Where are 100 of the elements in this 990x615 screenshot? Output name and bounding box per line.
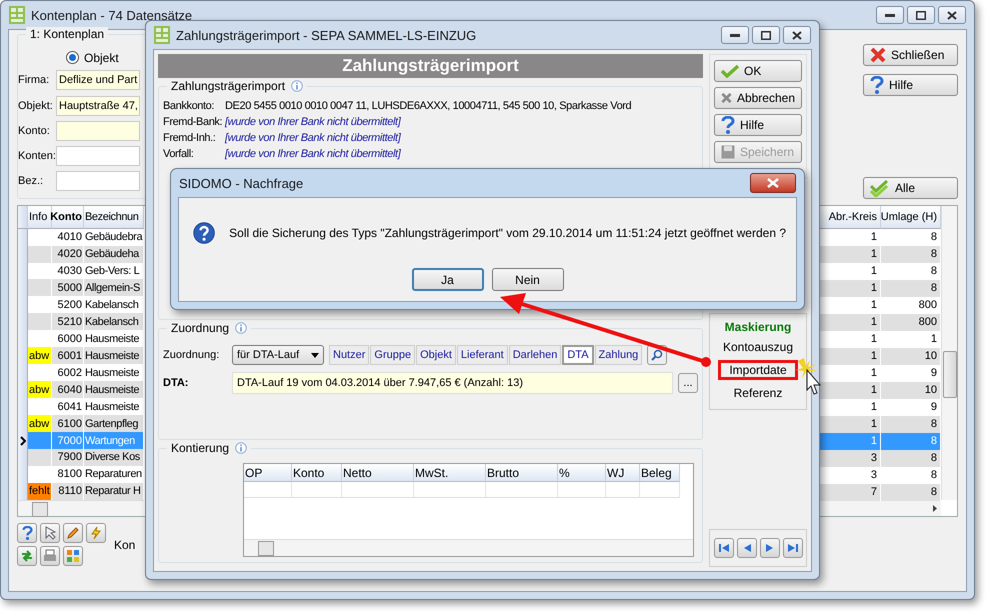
column-header[interactable]: Netto bbox=[342, 464, 414, 482]
layout-button[interactable] bbox=[63, 546, 83, 566]
refresh-button[interactable] bbox=[17, 546, 37, 566]
column-header[interactable]: Bezeichnun bbox=[84, 206, 144, 229]
close-button[interactable] bbox=[783, 26, 811, 44]
action-button[interactable]: Hilfe bbox=[714, 114, 802, 136]
table-cell[interactable] bbox=[558, 482, 606, 498]
next-button[interactable] bbox=[760, 538, 780, 558]
table-cell[interactable] bbox=[640, 482, 680, 498]
minimize-button[interactable] bbox=[876, 6, 904, 24]
column-header[interactable]: Umlage (H) bbox=[881, 206, 941, 229]
previous-button[interactable] bbox=[736, 538, 756, 558]
input-field[interactable] bbox=[56, 170, 140, 191]
column-header[interactable]: WJ bbox=[606, 464, 640, 482]
column-header[interactable]: Konto bbox=[52, 206, 84, 229]
close-button[interactable] bbox=[938, 6, 966, 24]
column-header[interactable]: Konto bbox=[292, 464, 342, 482]
table-cell: 1 bbox=[819, 382, 881, 399]
field-label: Bankkonto: bbox=[163, 100, 216, 112]
pointer-icon bbox=[44, 526, 56, 540]
field-label: Konto: bbox=[18, 124, 51, 137]
tab[interactable]: Darlehen bbox=[508, 345, 562, 365]
field-label: Vorfall: bbox=[163, 148, 194, 160]
table-cell: 7000 bbox=[52, 432, 84, 449]
group-title: Kontierung bbox=[171, 441, 230, 455]
table-cell[interactable] bbox=[292, 482, 342, 498]
table-cell: 5000 bbox=[52, 279, 84, 296]
column-header[interactable]: Abr.-Kreis bbox=[819, 206, 881, 229]
maximize-button[interactable] bbox=[752, 26, 780, 44]
dialog-title: SIDOMO - Nachfrage bbox=[179, 176, 304, 190]
table-cell[interactable] bbox=[244, 482, 292, 498]
table-cell: 10 bbox=[881, 348, 941, 365]
table-cell: 8 bbox=[881, 484, 941, 501]
skip-last-icon bbox=[788, 543, 798, 553]
table-cell: 1 bbox=[819, 416, 881, 433]
tab[interactable]: Zahlung bbox=[594, 345, 642, 365]
print-button[interactable] bbox=[40, 546, 60, 566]
column-header[interactable]: Beleg bbox=[640, 464, 680, 482]
input-field[interactable]: DTA-Lauf 19 vom 04.03.2014 über 7.947,65 € (Anzahl: 13) bbox=[232, 372, 673, 394]
table-cell: Hausmeiste bbox=[84, 381, 144, 398]
table-cell[interactable] bbox=[486, 482, 558, 498]
table-cell: abw bbox=[28, 347, 52, 364]
tab[interactable]: Lieferant bbox=[456, 345, 508, 365]
horizontal-scrollbar[interactable] bbox=[18, 500, 144, 516]
action-button[interactable]: Hilfe bbox=[863, 74, 958, 96]
dialog-button[interactable]: Ja bbox=[412, 268, 484, 291]
close-icon bbox=[947, 10, 957, 20]
column-header[interactable]: % bbox=[558, 464, 606, 482]
link[interactable]: Kontoauszug bbox=[712, 337, 804, 357]
first-record-button[interactable] bbox=[714, 538, 734, 558]
browse-button[interactable]: ... bbox=[678, 373, 698, 393]
tab[interactable]: DTA bbox=[562, 345, 594, 365]
column-header[interactable]: Brutto bbox=[486, 464, 558, 482]
info-icon bbox=[235, 442, 248, 454]
table-cell: Gartenpfleg bbox=[84, 415, 144, 432]
action-button[interactable]: Schließen bbox=[863, 44, 958, 66]
minimize-button[interactable] bbox=[721, 26, 749, 44]
app-logo-icon bbox=[154, 26, 170, 44]
pencil-icon bbox=[66, 526, 80, 540]
table-cell[interactable] bbox=[606, 482, 640, 498]
skip-first-icon bbox=[718, 543, 728, 553]
window-title: Zahlungsträgerimport - SEPA SAMMEL-LS-EINZUG bbox=[176, 28, 476, 42]
tab[interactable]: Gruppe bbox=[370, 345, 416, 365]
table-cell: 800 bbox=[881, 314, 941, 331]
field-value: [wurde von Ihrer Bank nicht übermittelt] bbox=[225, 148, 400, 160]
pointer-button[interactable] bbox=[40, 523, 60, 543]
input-field[interactable] bbox=[56, 120, 140, 141]
dropdown[interactable]: für DTA-Lauf bbox=[232, 345, 324, 365]
dialog-button[interactable]: Nein bbox=[492, 268, 564, 291]
radio-button[interactable] bbox=[66, 51, 79, 64]
vertical-scrollbar[interactable] bbox=[941, 206, 957, 500]
help-button[interactable] bbox=[17, 523, 37, 543]
table-cell: 6001 bbox=[52, 347, 84, 364]
edit-button[interactable] bbox=[63, 523, 83, 543]
tab[interactable]: Objekt bbox=[416, 345, 456, 365]
close-button[interactable] bbox=[750, 173, 796, 193]
column-header[interactable]: MwSt. bbox=[414, 464, 486, 482]
double-check-icon bbox=[870, 179, 890, 197]
group-title: Zahlungsträgerimport bbox=[171, 79, 286, 93]
input-field[interactable]: Hauptstraße 47, bbox=[56, 96, 140, 116]
input-field[interactable] bbox=[56, 146, 140, 166]
app-logo-icon bbox=[9, 6, 25, 24]
table-cell[interactable] bbox=[342, 482, 414, 498]
action-button[interactable]: Abbrechen bbox=[714, 87, 802, 109]
horizontal-scrollbar[interactable] bbox=[244, 539, 693, 556]
table-cell[interactable] bbox=[414, 482, 486, 498]
scroll-right-icon[interactable] bbox=[933, 505, 937, 512]
last-record-button[interactable] bbox=[782, 538, 802, 558]
lightning-button[interactable] bbox=[86, 523, 106, 543]
input-field[interactable]: Deflize und Part bbox=[56, 70, 140, 90]
action-button[interactable]: Alle bbox=[863, 177, 958, 199]
link[interactable]: Importdate bbox=[718, 360, 798, 380]
table-cell bbox=[28, 449, 52, 466]
column-header[interactable]: OP bbox=[244, 464, 292, 482]
column-header[interactable]: Info bbox=[28, 206, 52, 229]
link[interactable]: Referenz bbox=[722, 383, 794, 403]
action-button[interactable]: OK bbox=[714, 60, 802, 82]
table-cell: 1 bbox=[819, 348, 881, 365]
maximize-button[interactable] bbox=[907, 6, 935, 24]
tab[interactable]: Nutzer bbox=[329, 345, 370, 365]
